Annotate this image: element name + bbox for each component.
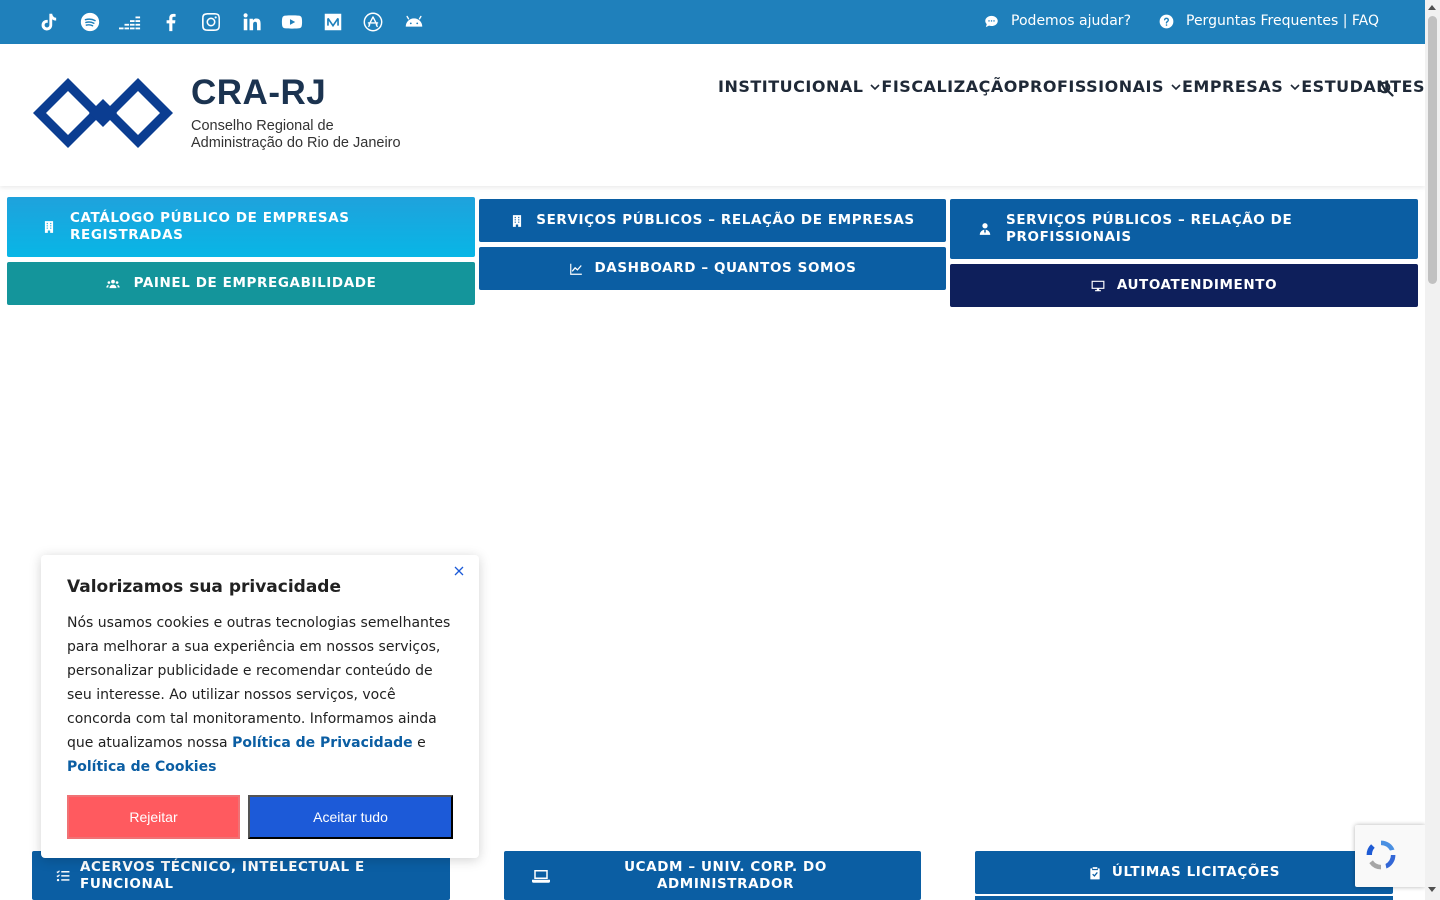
catalogo-empresas-button[interactable]: CATÁLOGO PÚBLICO DE EMPRESAS REGISTRADAS: [7, 197, 475, 257]
building-icon: [44, 221, 54, 233]
cookie-body: Nós usamos cookies e outras tecnologias …: [67, 615, 451, 751]
search-icon[interactable]: [1378, 81, 1394, 97]
chevron-down-icon: [870, 83, 880, 90]
help-label: Podemos ajudar?: [1011, 13, 1131, 29]
button-label: SERVIÇOS PÚBLICOS – RELAÇÃO DE EMPRESAS: [536, 212, 915, 228]
page-scrollbar[interactable]: [1425, 0, 1440, 900]
next-button-edge[interactable]: [975, 896, 1393, 900]
button-label: CATÁLOGO PÚBLICO DE EMPRESAS REGISTRADAS: [70, 210, 350, 243]
nav-item-institucional[interactable]: INSTITUCIONAL: [718, 77, 881, 96]
list-check-icon: [56, 869, 70, 881]
nav-label: EMPRESAS: [1181, 77, 1284, 96]
cookie-consent-dialog: Valorizamos sua privacidade Nós usamos c…: [41, 555, 479, 858]
recaptcha-icon: [1366, 840, 1396, 870]
android-icon[interactable]: [394, 9, 435, 35]
reject-button[interactable]: Rejeitar: [67, 795, 240, 839]
button-label: PAINEL DE EMPREGABILIDADE: [133, 275, 377, 291]
help-link[interactable]: Podemos ajudar?: [984, 13, 1131, 29]
nav-item-profissionais[interactable]: PROFISSIONAIS: [1018, 77, 1182, 96]
site-header: CRA-RJ Conselho Regional de Administraçã…: [0, 44, 1440, 186]
privacy-policy-link[interactable]: Política de Privacidade: [232, 735, 413, 751]
faq-link[interactable]: Perguntas Frequentes | FAQ: [1159, 13, 1379, 29]
button-label: SERVIÇOS PÚBLICOS – RELAÇÃO DE PROFISSIO…: [1006, 212, 1293, 245]
line-chart-icon: [569, 263, 582, 275]
ultimas-licitacoes-button[interactable]: ÚLTIMAS LICITAÇÕES: [975, 851, 1393, 894]
nav-label: INSTITUCIONAL: [718, 77, 864, 96]
scroll-up-arrow[interactable]: [1428, 5, 1436, 10]
nav-label: FISCALIZAÇÃO: [881, 77, 1018, 96]
linkedin-icon[interactable]: [232, 9, 273, 35]
user-tie-icon: [979, 223, 991, 235]
brand-subtitle-line-2: Administração do Rio de Janeiro: [191, 135, 401, 151]
faq-label: Perguntas Frequentes | FAQ: [1186, 13, 1379, 29]
button-label: UCADM – UNIV. CORP. DO ADMINISTRADOR: [624, 858, 827, 892]
top-bar: Podemos ajudar? Perguntas Frequentes | F…: [0, 0, 1425, 44]
main-nav: INSTITUCIONAL FISCALIZAÇÃO PROFISSIONAIS…: [718, 77, 1440, 96]
cookie-title: Valorizamos sua privacidade: [67, 577, 342, 597]
acervos-button[interactable]: ACERVOS TÉCNICO, INTELECTUAL E FUNCIONAL: [32, 851, 450, 900]
monitor-icon: [1091, 280, 1105, 291]
close-icon[interactable]: [453, 565, 465, 577]
button-label: ÚLTIMAS LICITAÇÕES: [1111, 864, 1281, 880]
scroll-thumb[interactable]: [1428, 16, 1437, 284]
dashboard-button[interactable]: DASHBOARD – QUANTOS SOMOS: [479, 247, 946, 290]
scroll-down-arrow[interactable]: [1428, 887, 1436, 892]
youtube-icon[interactable]: [272, 9, 313, 35]
cookie-conjunction: e: [417, 735, 426, 751]
servicos-empresas-button[interactable]: SERVIÇOS PÚBLICOS – RELAÇÃO DE EMPRESAS: [479, 199, 946, 242]
nav-label: PROFISSIONAIS: [1017, 77, 1164, 96]
painel-empregabilidade-button[interactable]: PAINEL DE EMPREGABILIDADE: [7, 262, 475, 305]
spotify-icon[interactable]: [70, 9, 111, 35]
app-store-icon[interactable]: [353, 9, 394, 35]
cookie-text: Nós usamos cookies e outras tecnologias …: [67, 611, 459, 779]
servicos-profissionais-button[interactable]: SERVIÇOS PÚBLICOS – RELAÇÃO DE PROFISSIO…: [950, 199, 1418, 259]
nav-item-estudantes[interactable]: ESTUDANTES: [1301, 77, 1440, 96]
button-label: DASHBOARD – QUANTOS SOMOS: [594, 260, 857, 276]
social-links: [29, 9, 434, 35]
laptop-icon: [532, 869, 550, 883]
button-label: AUTOATENDIMENTO: [1116, 277, 1278, 293]
medium-icon[interactable]: [313, 9, 354, 35]
recaptcha-badge[interactable]: [1355, 825, 1425, 887]
chevron-down-icon: [1290, 83, 1300, 90]
tiktok-icon[interactable]: [29, 9, 70, 35]
nav-item-empresas[interactable]: EMPRESAS: [1182, 77, 1301, 96]
brand-subtitle: Conselho Regional de Administração do Ri…: [191, 118, 401, 152]
brand-title: CRA-RJ: [191, 73, 327, 112]
page: Podemos ajudar? Perguntas Frequentes | F…: [0, 0, 1440, 900]
nav-label: ESTUDANTES: [1301, 77, 1426, 96]
accept-all-button[interactable]: Aceitar tudo: [248, 795, 453, 839]
deezer-icon[interactable]: [110, 9, 151, 35]
brand: CRA-RJ Conselho Regional de Administraçã…: [191, 74, 401, 152]
button-label: ACERVOS TÉCNICO, INTELECTUAL E FUNCIONAL: [80, 858, 365, 892]
facebook-icon[interactable]: [151, 9, 192, 35]
instagram-icon[interactable]: [191, 9, 232, 35]
ucadm-button[interactable]: UCADM – UNIV. CORP. DO ADMINISTRADOR: [504, 851, 921, 900]
top-links: Podemos ajudar? Perguntas Frequentes | F…: [984, 13, 1379, 29]
question-circle-icon: [1159, 14, 1174, 28]
building-icon: [513, 214, 522, 227]
brand-subtitle-line-1: Conselho Regional de: [191, 118, 334, 134]
chat-icon: [985, 15, 998, 27]
chevron-down-icon: [1171, 83, 1181, 90]
autoatendimento-button[interactable]: AUTOATENDIMENTO: [950, 264, 1418, 307]
users-icon: [105, 279, 120, 288]
cra-logo[interactable]: [32, 77, 174, 149]
clipboard-check-icon: [1090, 866, 1100, 879]
cookie-policy-link[interactable]: Política de Cookies: [67, 759, 216, 775]
nav-item-fiscalizacao[interactable]: FISCALIZAÇÃO: [881, 77, 1017, 96]
